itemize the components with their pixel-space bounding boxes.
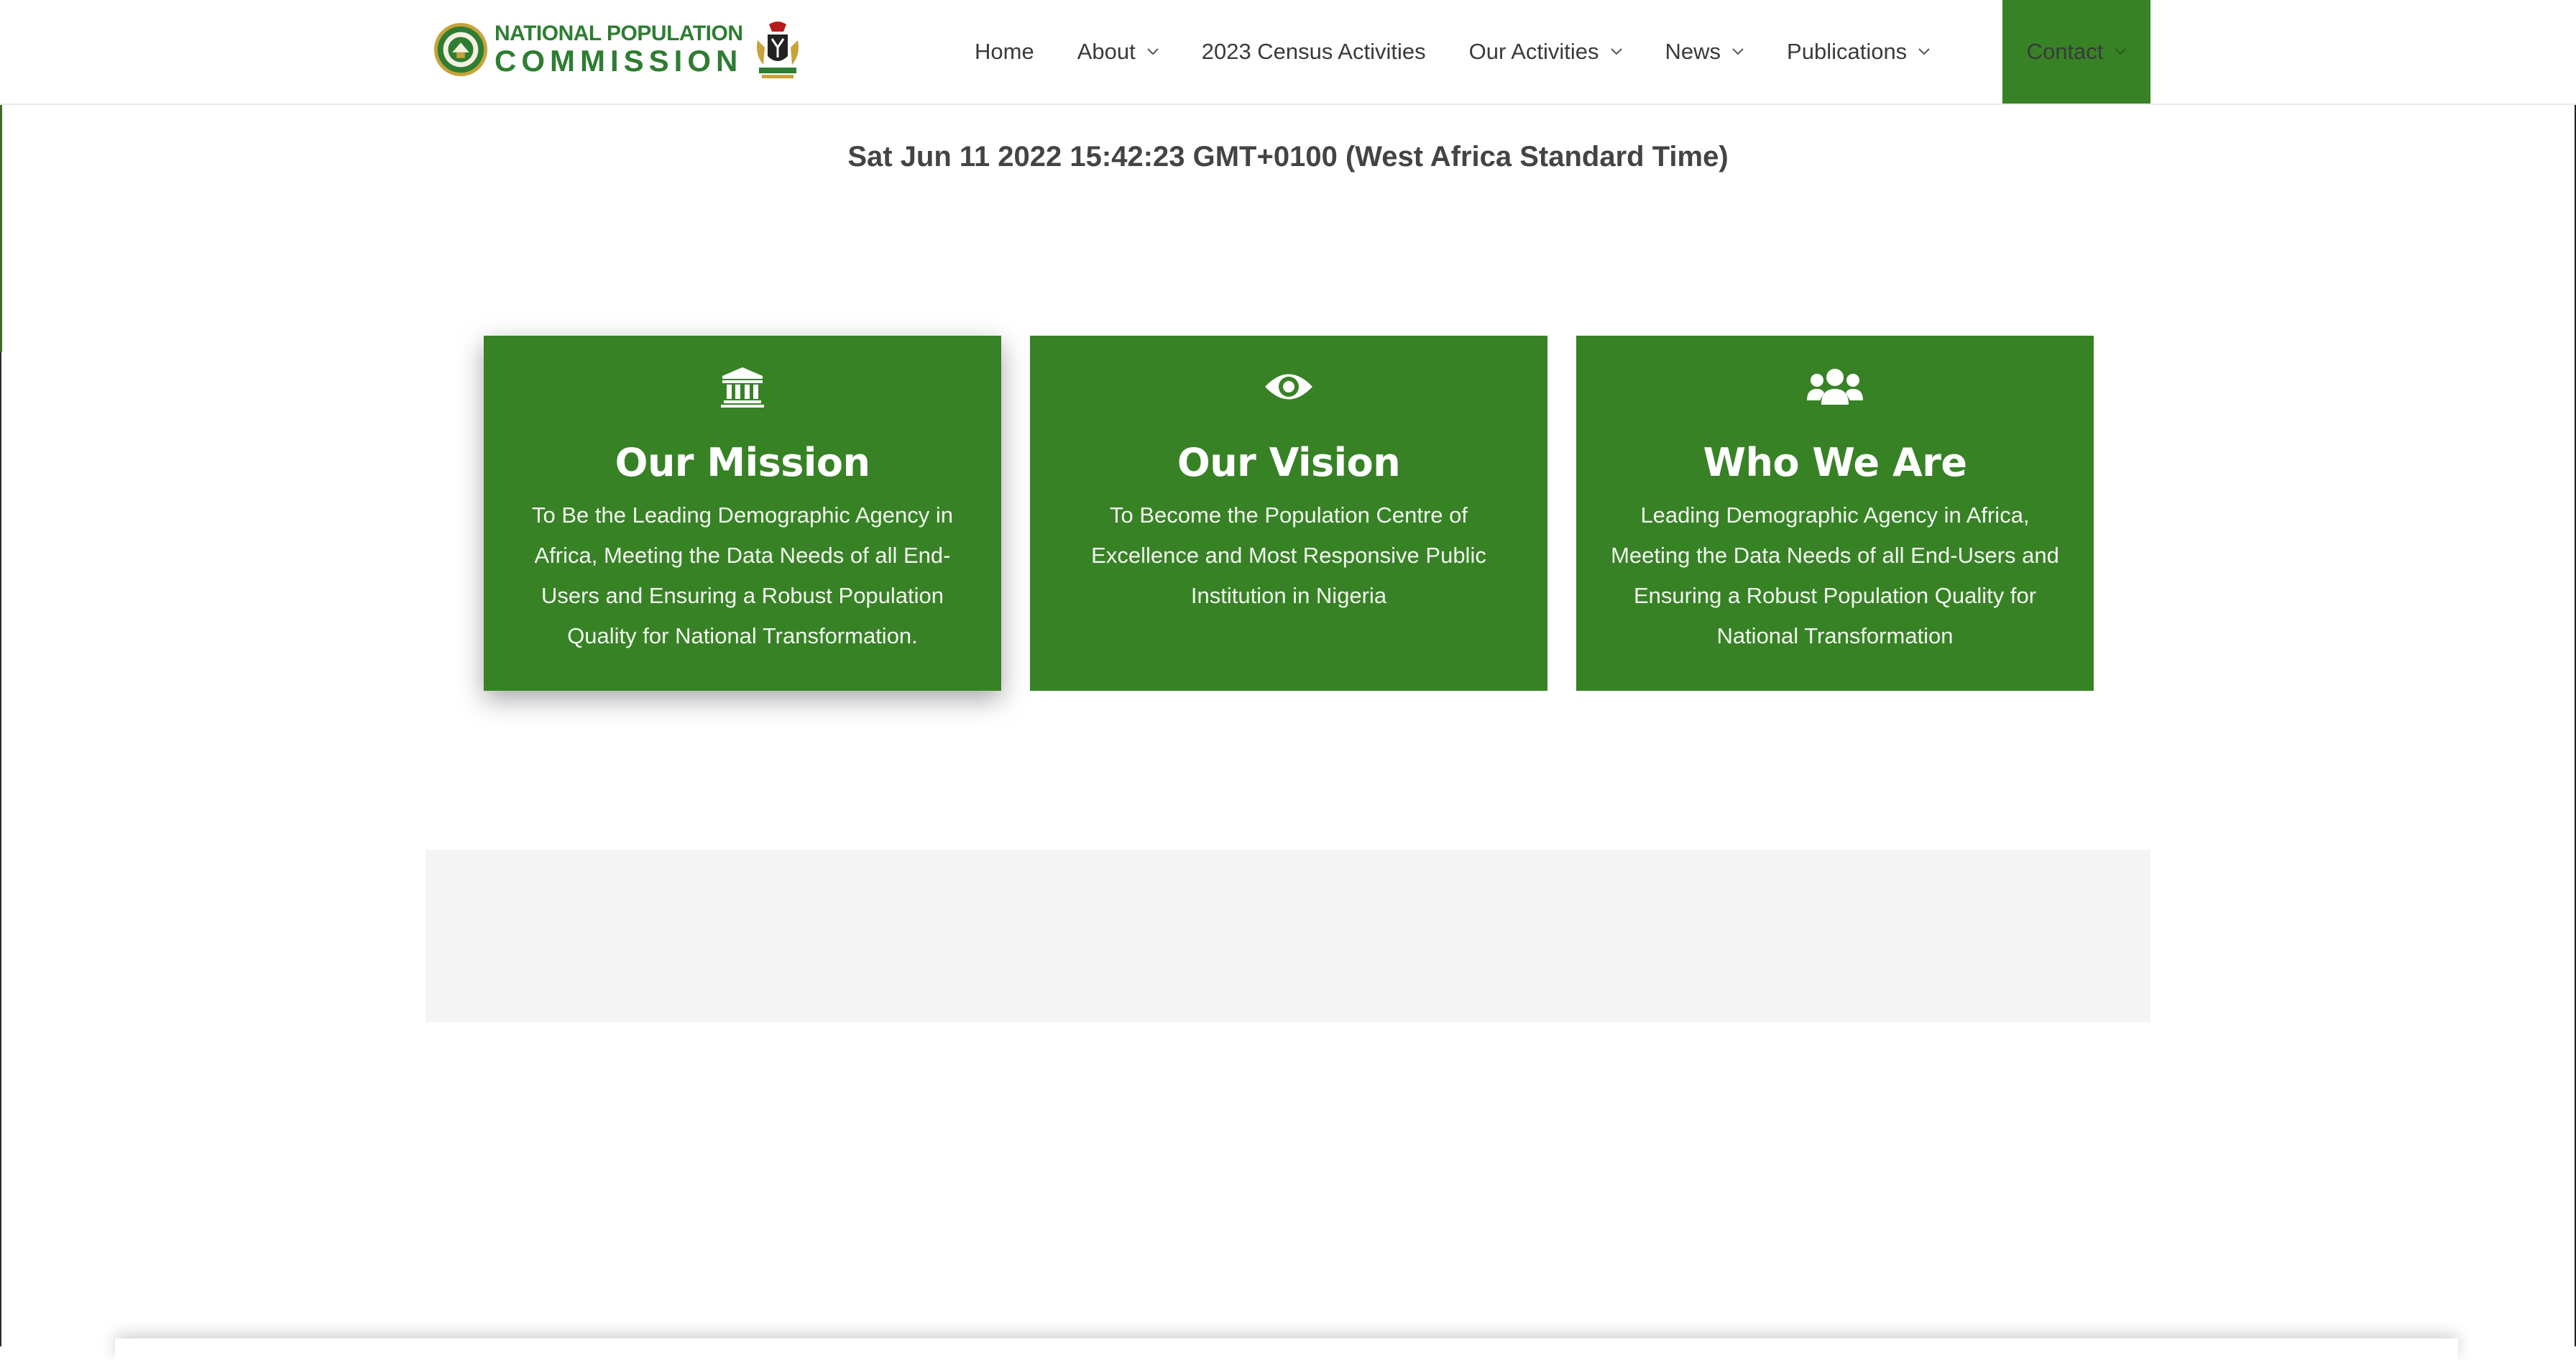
- card-icon-wrap: [1605, 366, 2065, 409]
- card-title: Our Mission: [615, 440, 870, 485]
- institution-icon: [721, 367, 764, 408]
- chevron-down-icon: [1147, 48, 1159, 55]
- card-icon-wrap: [1059, 366, 1519, 409]
- site-logo[interactable]: NATIONAL POPULATION COMMISSION: [433, 19, 808, 81]
- logo-line-1: NATIONAL POPULATION: [494, 22, 743, 45]
- chevron-down-icon: [2115, 48, 2127, 55]
- vision-card[interactable]: Our Vision To Become the Population Cent…: [1030, 336, 1547, 691]
- users-icon: [1807, 369, 1863, 405]
- card-text: To Be the Leading Demographic Agency in …: [532, 502, 953, 648]
- chevron-down-icon: [1918, 48, 1930, 55]
- current-datetime: Sat Jun 11 2022 15:42:23 GMT+0100 (West …: [847, 141, 1729, 173]
- card-text: To Become the Population Centre of Excel…: [1091, 502, 1486, 608]
- nav-publications-label: Publications: [1787, 39, 1908, 64]
- card-icon-wrap: [512, 366, 972, 409]
- window-left-edge-lower: [0, 352, 1, 1346]
- nav-home-label: Home: [975, 39, 1034, 64]
- who-we-are-card[interactable]: Who We Are Leading Demographic Agency in…: [1576, 336, 2094, 691]
- content-placeholder-band: [426, 850, 2150, 1022]
- card-title: Who We Are: [1703, 440, 1967, 485]
- nav-our-activities-label: Our Activities: [1468, 39, 1599, 64]
- nav-publications[interactable]: Publications: [1787, 39, 1930, 65]
- nav-home[interactable]: Home: [975, 39, 1034, 65]
- coat-of-arms-icon: [756, 22, 799, 78]
- nav-contact-label: Contact: [2026, 39, 2104, 64]
- nav-contact[interactable]: Contact: [2002, 0, 2150, 104]
- main-nav: Home About 2023 Census Activities Our Ac…: [975, 0, 1973, 104]
- chevron-down-icon: [1610, 48, 1622, 55]
- nav-our-activities[interactable]: Our Activities: [1469, 39, 1622, 65]
- nav-census-label: 2023 Census Activities: [1201, 39, 1426, 64]
- mission-card[interactable]: Our Mission To Be the Leading Demographi…: [484, 336, 1001, 691]
- site-header: NATIONAL POPULATION COMMISSION Home Abou…: [0, 0, 2576, 105]
- footer-edge: [115, 1338, 2458, 1360]
- card-title: Our Vision: [1177, 440, 1401, 485]
- card-text: Leading Demographic Agency in Africa, Me…: [1611, 502, 2059, 648]
- nav-census-activities[interactable]: 2023 Census Activities: [1202, 39, 1426, 65]
- nav-news[interactable]: News: [1665, 39, 1744, 65]
- nav-news-label: News: [1665, 39, 1721, 64]
- logo-text: NATIONAL POPULATION COMMISSION: [494, 23, 743, 76]
- chevron-down-icon: [1732, 48, 1744, 55]
- eye-icon: [1265, 374, 1312, 400]
- nav-about[interactable]: About: [1077, 39, 1159, 65]
- nav-about-label: About: [1077, 39, 1136, 64]
- npc-seal-icon: [433, 22, 488, 77]
- logo-line-2: COMMISSION: [494, 44, 743, 78]
